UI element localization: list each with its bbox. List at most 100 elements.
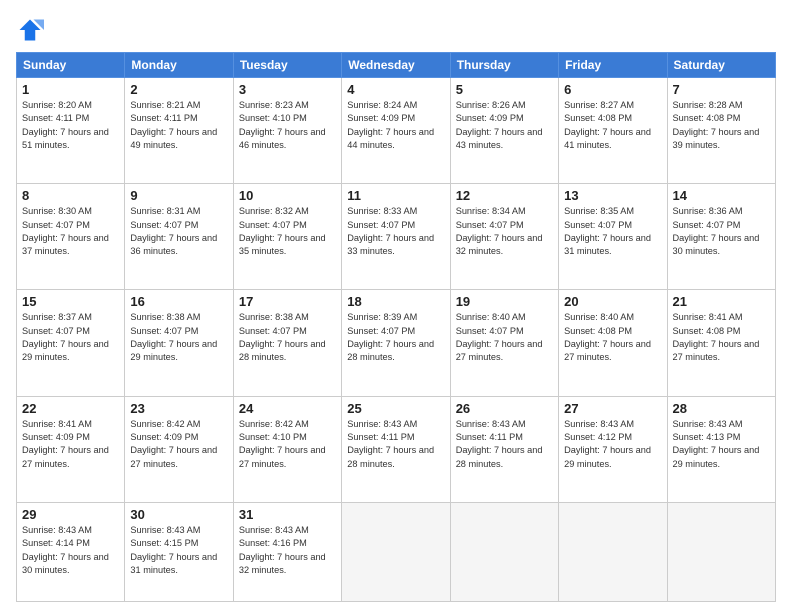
- day-number: 18: [347, 294, 444, 309]
- calendar-week-4: 22 Sunrise: 8:41 AMSunset: 4:09 PMDayligh…: [17, 396, 776, 502]
- cell-details: Sunrise: 8:36 AMSunset: 4:07 PMDaylight:…: [673, 205, 770, 258]
- cell-details: Sunrise: 8:40 AMSunset: 4:07 PMDaylight:…: [456, 311, 553, 364]
- calendar-cell: 28 Sunrise: 8:43 AMSunset: 4:13 PMDayligh…: [667, 396, 775, 502]
- calendar-cell: 29Sunrise: 8:43 AMSunset: 4:14 PMDayligh…: [17, 502, 125, 601]
- calendar-table: SundayMondayTuesdayWednesdayThursdayFrid…: [16, 52, 776, 602]
- cell-details: Sunrise: 8:24 AMSunset: 4:09 PMDaylight:…: [347, 99, 444, 152]
- day-number: 25: [347, 401, 444, 416]
- calendar-cell: 4 Sunrise: 8:24 AMSunset: 4:09 PMDaylight…: [342, 78, 450, 184]
- day-number: 1: [22, 82, 119, 97]
- cell-details: Sunrise: 8:43 AMSunset: 4:12 PMDaylight:…: [564, 418, 661, 471]
- calendar-cell: 22 Sunrise: 8:41 AMSunset: 4:09 PMDayligh…: [17, 396, 125, 502]
- calendar-cell: 10 Sunrise: 8:32 AMSunset: 4:07 PMDayligh…: [233, 184, 341, 290]
- cell-details: Sunrise: 8:38 AMSunset: 4:07 PMDaylight:…: [130, 311, 227, 364]
- day-number: 8: [22, 188, 119, 203]
- day-number: 11: [347, 188, 444, 203]
- day-number: 2: [130, 82, 227, 97]
- calendar-cell: 17 Sunrise: 8:38 AMSunset: 4:07 PMDayligh…: [233, 290, 341, 396]
- cell-details: Sunrise: 8:42 AMSunset: 4:09 PMDaylight:…: [130, 418, 227, 471]
- cell-details: Sunrise: 8:27 AMSunset: 4:08 PMDaylight:…: [564, 99, 661, 152]
- day-number: 28: [673, 401, 770, 416]
- logo-icon: [16, 16, 44, 44]
- day-number: 29: [22, 507, 119, 522]
- day-header-saturday: Saturday: [667, 53, 775, 78]
- calendar-week-1: 1 Sunrise: 8:20 AMSunset: 4:11 PMDaylight…: [17, 78, 776, 184]
- calendar-cell: 25Sunrise: 8:43 AMSunset: 4:11 PMDayligh…: [342, 396, 450, 502]
- day-number: 9: [130, 188, 227, 203]
- cell-details: Sunrise: 8:32 AMSunset: 4:07 PMDaylight:…: [239, 205, 336, 258]
- day-number: 12: [456, 188, 553, 203]
- calendar-cell: 11Sunrise: 8:33 AMSunset: 4:07 PMDayligh…: [342, 184, 450, 290]
- day-number: 4: [347, 82, 444, 97]
- calendar-cell: 7 Sunrise: 8:28 AMSunset: 4:08 PMDaylight…: [667, 78, 775, 184]
- day-number: 30: [130, 507, 227, 522]
- day-number: 3: [239, 82, 336, 97]
- day-header-wednesday: Wednesday: [342, 53, 450, 78]
- cell-details: Sunrise: 8:43 AMSunset: 4:15 PMDaylight:…: [130, 524, 227, 577]
- cell-details: Sunrise: 8:26 AMSunset: 4:09 PMDaylight:…: [456, 99, 553, 152]
- cell-details: Sunrise: 8:28 AMSunset: 4:08 PMDaylight:…: [673, 99, 770, 152]
- day-number: 6: [564, 82, 661, 97]
- day-number: 24: [239, 401, 336, 416]
- cell-details: Sunrise: 8:43 AMSunset: 4:11 PMDaylight:…: [456, 418, 553, 471]
- calendar-cell: 3Sunrise: 8:23 AMSunset: 4:10 PMDaylight…: [233, 78, 341, 184]
- day-number: 15: [22, 294, 119, 309]
- calendar-cell: 18 Sunrise: 8:39 AMSunset: 4:07 PMDayligh…: [342, 290, 450, 396]
- day-number: 22: [22, 401, 119, 416]
- calendar-cell: [342, 502, 450, 601]
- day-number: 21: [673, 294, 770, 309]
- header: [16, 16, 776, 44]
- calendar-cell: [559, 502, 667, 601]
- cell-details: Sunrise: 8:41 AMSunset: 4:09 PMDaylight:…: [22, 418, 119, 471]
- day-number: 13: [564, 188, 661, 203]
- cell-details: Sunrise: 8:31 AMSunset: 4:07 PMDaylight:…: [130, 205, 227, 258]
- calendar-cell: 15 Sunrise: 8:37 AMSunset: 4:07 PMDayligh…: [17, 290, 125, 396]
- cell-details: Sunrise: 8:39 AMSunset: 4:07 PMDaylight:…: [347, 311, 444, 364]
- calendar-cell: 21 Sunrise: 8:41 AMSunset: 4:08 PMDayligh…: [667, 290, 775, 396]
- cell-details: Sunrise: 8:43 AMSunset: 4:16 PMDaylight:…: [239, 524, 336, 577]
- calendar-cell: 23Sunrise: 8:42 AMSunset: 4:09 PMDayligh…: [125, 396, 233, 502]
- calendar-cell: 13 Sunrise: 8:35 AMSunset: 4:07 PMDayligh…: [559, 184, 667, 290]
- day-header-sunday: Sunday: [17, 53, 125, 78]
- day-number: 20: [564, 294, 661, 309]
- day-number: 10: [239, 188, 336, 203]
- day-number: 19: [456, 294, 553, 309]
- cell-details: Sunrise: 8:20 AMSunset: 4:11 PMDaylight:…: [22, 99, 119, 152]
- cell-details: Sunrise: 8:21 AMSunset: 4:11 PMDaylight:…: [130, 99, 227, 152]
- day-number: 7: [673, 82, 770, 97]
- cell-details: Sunrise: 8:30 AMSunset: 4:07 PMDaylight:…: [22, 205, 119, 258]
- day-header-thursday: Thursday: [450, 53, 558, 78]
- page: SundayMondayTuesdayWednesdayThursdayFrid…: [0, 0, 792, 612]
- calendar-week-2: 8 Sunrise: 8:30 AMSunset: 4:07 PMDaylight…: [17, 184, 776, 290]
- calendar-cell: 8 Sunrise: 8:30 AMSunset: 4:07 PMDaylight…: [17, 184, 125, 290]
- day-number: 16: [130, 294, 227, 309]
- cell-details: Sunrise: 8:38 AMSunset: 4:07 PMDaylight:…: [239, 311, 336, 364]
- calendar-cell: 12 Sunrise: 8:34 AMSunset: 4:07 PMDayligh…: [450, 184, 558, 290]
- calendar-cell: 14 Sunrise: 8:36 AMSunset: 4:07 PMDayligh…: [667, 184, 775, 290]
- day-header-friday: Friday: [559, 53, 667, 78]
- calendar-cell: 1 Sunrise: 8:20 AMSunset: 4:11 PMDaylight…: [17, 78, 125, 184]
- cell-details: Sunrise: 8:37 AMSunset: 4:07 PMDaylight:…: [22, 311, 119, 364]
- cell-details: Sunrise: 8:34 AMSunset: 4:07 PMDaylight:…: [456, 205, 553, 258]
- day-header-monday: Monday: [125, 53, 233, 78]
- day-number: 14: [673, 188, 770, 203]
- cell-details: Sunrise: 8:43 AMSunset: 4:13 PMDaylight:…: [673, 418, 770, 471]
- cell-details: Sunrise: 8:42 AMSunset: 4:10 PMDaylight:…: [239, 418, 336, 471]
- calendar-cell: 20 Sunrise: 8:40 AMSunset: 4:08 PMDayligh…: [559, 290, 667, 396]
- day-number: 17: [239, 294, 336, 309]
- calendar-cell: 16 Sunrise: 8:38 AMSunset: 4:07 PMDayligh…: [125, 290, 233, 396]
- day-number: 31: [239, 507, 336, 522]
- calendar-cell: 24 Sunrise: 8:42 AMSunset: 4:10 PMDayligh…: [233, 396, 341, 502]
- day-number: 27: [564, 401, 661, 416]
- calendar-cell: 30 Sunrise: 8:43 AMSunset: 4:15 PMDayligh…: [125, 502, 233, 601]
- calendar-cell: 27 Sunrise: 8:43 AMSunset: 4:12 PMDayligh…: [559, 396, 667, 502]
- cell-details: Sunrise: 8:40 AMSunset: 4:08 PMDaylight:…: [564, 311, 661, 364]
- cell-details: Sunrise: 8:35 AMSunset: 4:07 PMDaylight:…: [564, 205, 661, 258]
- calendar-cell: [450, 502, 558, 601]
- calendar-cell: 5 Sunrise: 8:26 AMSunset: 4:09 PMDaylight…: [450, 78, 558, 184]
- calendar-cell: 2 Sunrise: 8:21 AMSunset: 4:11 PMDaylight…: [125, 78, 233, 184]
- calendar-cell: 26Sunrise: 8:43 AMSunset: 4:11 PMDayligh…: [450, 396, 558, 502]
- calendar-header-row: SundayMondayTuesdayWednesdayThursdayFrid…: [17, 53, 776, 78]
- cell-details: Sunrise: 8:41 AMSunset: 4:08 PMDaylight:…: [673, 311, 770, 364]
- day-number: 5: [456, 82, 553, 97]
